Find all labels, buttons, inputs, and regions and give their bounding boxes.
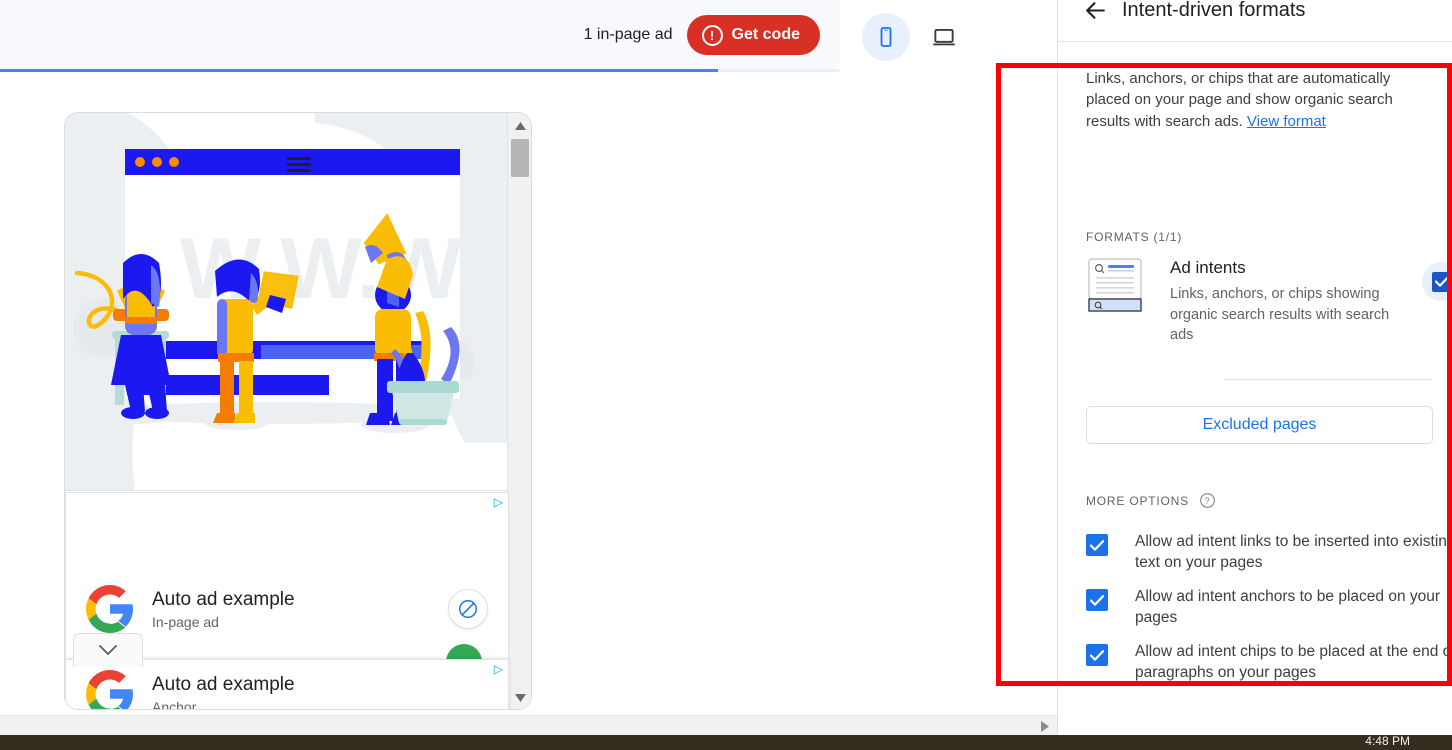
ad-text-block: Auto ad example Anchor	[152, 673, 488, 710]
toolbar-actions: 1 in-page ad ! Get code	[584, 0, 820, 70]
collapse-preview-tab[interactable]	[73, 633, 143, 667]
preview-toolbar: 1 in-page ad ! Get code	[0, 0, 840, 70]
view-format-link[interactable]: View format	[1247, 113, 1326, 130]
inpage-ad-count: 1 in-page ad	[583, 26, 673, 43]
option-label: Allow ad intent links to be inserted int…	[1135, 533, 1452, 571]
panel-body: Links, anchors, or chips that are automa…	[1058, 42, 1452, 735]
ad-preview-frame: W.W.W ▷ Auto ad example In-page ad ▷ Aut…	[64, 112, 532, 710]
screen-root: 1 in-page ad ! Get code W.W.W ▷ Auto ad …	[0, 0, 1452, 750]
checkmark-icon	[1090, 539, 1104, 551]
taskbar-clock: 4:48 PM	[1365, 734, 1410, 748]
checkmark-icon	[1090, 650, 1104, 661]
panel-title: Intent-driven formats	[1122, 0, 1306, 21]
option-checkbox[interactable]	[1086, 534, 1108, 556]
ad-title: Auto ad example	[152, 674, 295, 696]
scroll-up-arrow-icon[interactable]	[508, 115, 531, 137]
os-taskbar: 4:48 PM	[0, 735, 1452, 750]
google-logo-icon	[86, 585, 133, 633]
more-options-list: Allow ad intent links to be inserted int…	[1086, 532, 1452, 698]
progress-track	[0, 69, 840, 72]
help-question-icon[interactable]: ?	[1199, 492, 1216, 509]
option-label: Allow ad intent anchors to be placed on …	[1135, 588, 1441, 626]
format-description: Links, anchors, or chips showing organic…	[1170, 286, 1390, 343]
preview-scroll-thumb[interactable]	[511, 139, 529, 177]
option-row[interactable]: Allow ad intent chips to be placed at th…	[1086, 642, 1452, 683]
excluded-pages-button[interactable]: Excluded pages	[1086, 406, 1433, 444]
more-options-section-label: MORE OPTIONS ?	[1086, 492, 1216, 509]
ad-intents-thumbnail-icon	[1088, 258, 1142, 312]
ad-subtitle: Anchor	[152, 698, 197, 710]
scroll-down-arrow-icon[interactable]	[508, 687, 531, 709]
mobile-device-icon	[880, 27, 892, 47]
warning-icon: !	[701, 24, 723, 46]
intent-driven-formats-panel: Intent-driven formats Links, anchors, or…	[1057, 0, 1452, 735]
format-name: Ad intents	[1170, 258, 1246, 277]
formats-section-label: FORMATS (1/1)	[1086, 230, 1182, 244]
chevron-down-icon	[99, 645, 117, 656]
checkmark-icon	[1434, 276, 1449, 287]
option-checkbox[interactable]	[1086, 589, 1108, 612]
desktop-view-button[interactable]	[920, 13, 968, 61]
checked-box	[1431, 271, 1452, 292]
page-horizontal-scrollbar[interactable]	[0, 715, 1057, 735]
svg-text:?: ?	[1205, 496, 1211, 506]
panel-description: Links, anchors, or chips that are automa…	[1086, 68, 1431, 132]
get-code-button[interactable]: ! Get code	[686, 15, 820, 55]
option-checkbox[interactable]	[1086, 644, 1108, 667]
ad-title: Auto ad example	[152, 589, 295, 611]
formats-label-text: FORMATS (1/1)	[1086, 230, 1183, 244]
preview-illustration-pane: W.W.W	[65, 113, 509, 491]
preview-vertical-scrollbar[interactable]	[507, 113, 531, 709]
option-row[interactable]: Allow ad intent links to be inserted int…	[1086, 532, 1452, 573]
progress-fill	[0, 69, 718, 72]
format-divider	[1224, 379, 1432, 380]
google-logo-icon	[86, 670, 133, 709]
mobile-view-button[interactable]	[862, 13, 910, 61]
scroll-right-arrow-icon[interactable]	[1036, 716, 1054, 736]
option-row[interactable]: Allow ad intent anchors to be placed on …	[1086, 587, 1452, 628]
back-arrow-icon[interactable]	[1083, 0, 1108, 23]
get-code-label: Get code	[731, 26, 800, 43]
option-label: Allow ad intent chips to be placed at th…	[1135, 643, 1452, 682]
ad-preview-main-area: 1 in-page ad ! Get code W.W.W ▷ Auto ad …	[0, 0, 1057, 750]
block-ad-button[interactable]	[448, 589, 488, 629]
format-text-block: Ad intents Links, anchors, or chips show…	[1170, 258, 1394, 345]
checkmark-icon	[1090, 594, 1104, 606]
ad-subtitle: In-page ad	[152, 613, 219, 630]
website-people-illustration: W.W.W	[65, 113, 509, 490]
phone-mock: W.W.W ▷ Auto ad example In-page ad ▷ Aut…	[64, 112, 532, 710]
adchoices-icon[interactable]: ▷	[494, 496, 503, 508]
panel-description-text: Links, anchors, or chips that are automa…	[1086, 70, 1393, 130]
block-ad-icon	[459, 600, 477, 618]
more-options-label-text: MORE OPTIONS	[1086, 493, 1189, 508]
format-item-ad-intents[interactable]: Ad intents Links, anchors, or chips show…	[1086, 258, 1452, 345]
ad-row: Auto ad example In-page ad	[66, 585, 508, 633]
ad-text-block: Auto ad example In-page ad	[152, 588, 448, 629]
device-toggle-group	[862, 13, 968, 61]
desktop-device-icon	[933, 28, 955, 46]
format-checkbox[interactable]	[1422, 262, 1452, 301]
panel-header: Intent-driven formats	[1058, 0, 1452, 42]
ad-row: Auto ad example Anchor	[66, 670, 508, 710]
